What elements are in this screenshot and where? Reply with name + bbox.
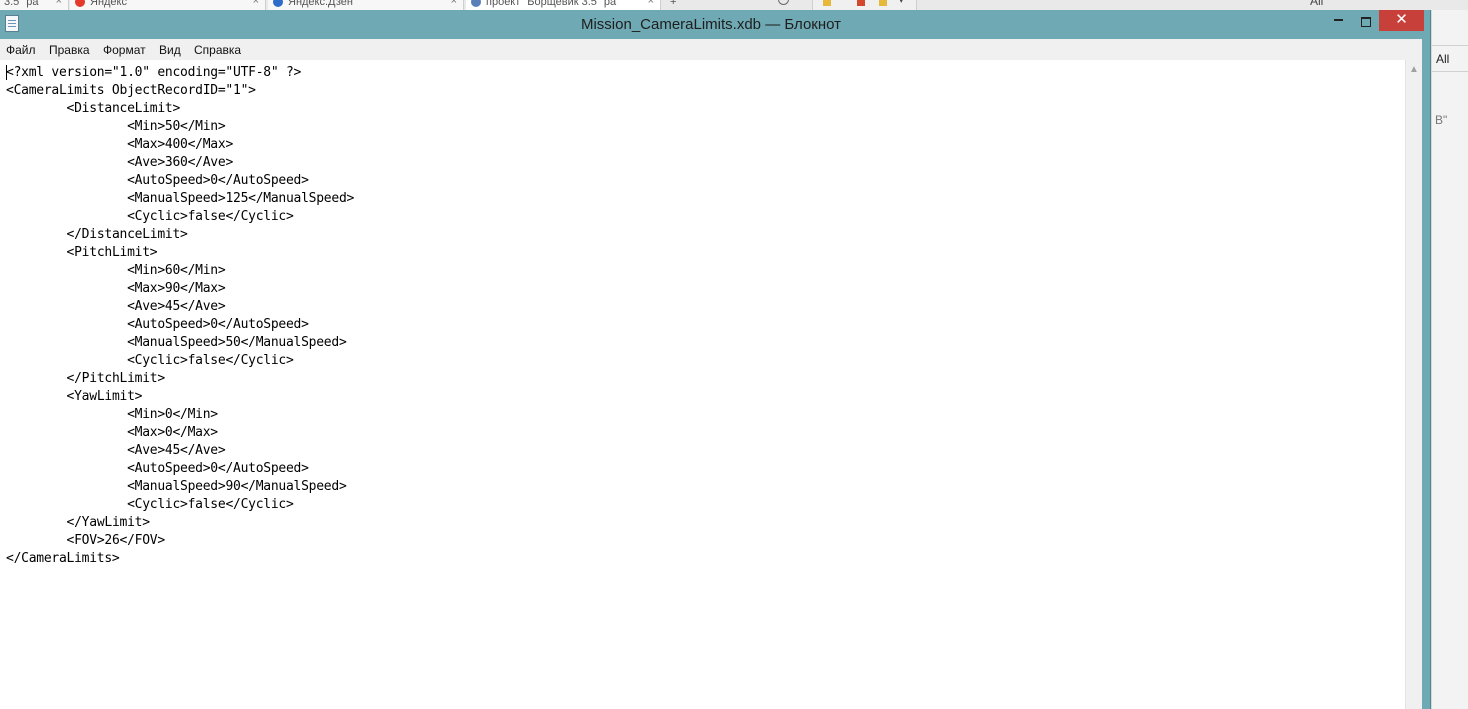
chevron-down-icon[interactable]: ▾ [899, 0, 904, 5]
window-title: Mission_CameraLimits.xdb — Блокнот [580, 16, 842, 33]
close-icon[interactable]: × [648, 0, 654, 7]
background-tab-label: 3.5" ра [4, 0, 39, 8]
background-side-panel: All B" [1431, 10, 1468, 709]
title-bar[interactable]: Mission_CameraLimits.xdb — Блокнот ✕ [0, 10, 1430, 39]
close-button[interactable]: ✕ [1379, 10, 1424, 31]
close-icon[interactable]: × [253, 0, 259, 7]
background-tab[interactable]: Яндекс × [70, 0, 266, 10]
check-icon [857, 0, 865, 6]
background-tab-strip: 3.5" ра × Яндекс × Яндекс.Дзен × проект … [0, 0, 1468, 10]
close-icon[interactable]: × [451, 0, 457, 7]
background-tab-label: проект "Борщевик 3.5" ра [486, 0, 617, 8]
background-all-filter[interactable]: All [1436, 52, 1449, 66]
vertical-scrollbar[interactable]: ▲ [1405, 60, 1423, 709]
text-editor[interactable]: <?xml version="1.0" encoding="UTF-8" ?> … [0, 60, 1405, 709]
maximize-button[interactable] [1352, 10, 1379, 31]
window-frame [1422, 39, 1430, 709]
maximize-icon [1360, 17, 1371, 27]
background-all-label: All [1310, 0, 1324, 8]
background-tab[interactable]: 3.5" ра × [0, 0, 69, 10]
new-tab-button[interactable]: + [662, 0, 690, 10]
close-icon[interactable]: × [56, 0, 62, 7]
minimize-button[interactable] [1325, 10, 1352, 31]
background-cell-text: B" [1435, 113, 1448, 127]
background-tab-label: Яндекс [90, 0, 127, 8]
menu-help[interactable]: Справка [194, 43, 241, 57]
menu-file[interactable]: Файл [6, 43, 36, 57]
scroll-up-arrow-icon[interactable]: ▲ [1409, 64, 1419, 75]
background-tab-label: Яндекс.Дзен [288, 0, 353, 8]
menu-edit[interactable]: Правка [49, 43, 90, 57]
background-tab[interactable]: Яндекс.Дзен × [268, 0, 464, 10]
close-icon: ✕ [1395, 11, 1408, 28]
notepad-window: Mission_CameraLimits.xdb — Блокнот ✕ Фай… [0, 10, 1431, 709]
minimize-icon [1334, 19, 1343, 21]
folder-icon [879, 0, 887, 6]
menu-view[interactable]: Вид [159, 43, 181, 57]
menu-format[interactable]: Формат [103, 43, 146, 57]
background-tab-active[interactable]: проект "Борщевик 3.5" ра × [466, 0, 661, 10]
menu-bar: Файл Правка Формат Вид Справка [0, 39, 1422, 60]
folder-icon [823, 0, 831, 6]
background-toolbar: ▾ [812, 0, 917, 10]
document-text[interactable]: <?xml version="1.0" encoding="UTF-8" ?> … [6, 64, 354, 568]
search-icon[interactable] [775, 0, 795, 10]
text-caret [6, 65, 7, 80]
